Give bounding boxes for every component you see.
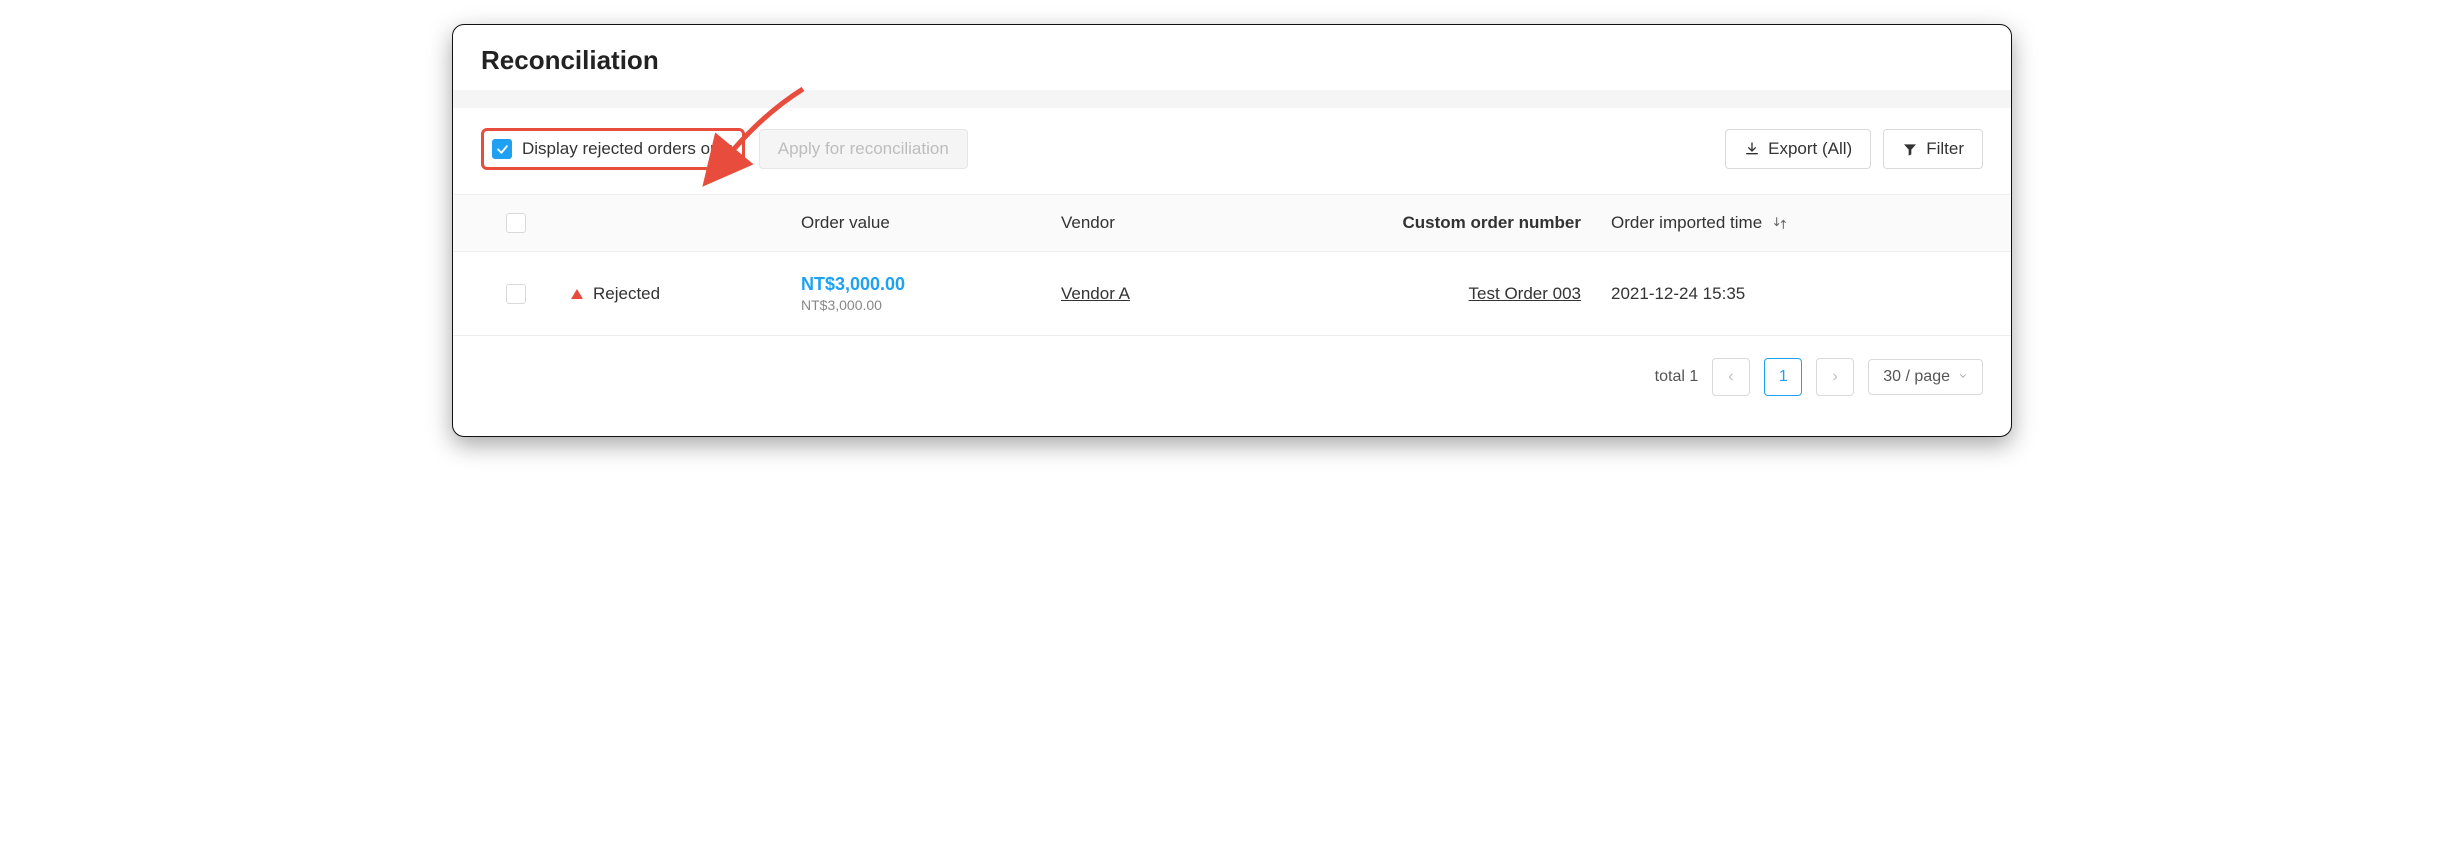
total-label: total 1 [1655, 368, 1699, 386]
status-cell: Rejected [551, 284, 801, 304]
sort-icon [1772, 215, 1788, 231]
check-icon [496, 143, 509, 156]
page-size-select[interactable]: 30 / page [1868, 359, 1983, 395]
toolbar: Display rejected orders only Apply for r… [453, 108, 2011, 194]
select-all-checkbox[interactable] [506, 213, 526, 233]
table-header-row: Order value Vendor Custom order number O… [453, 194, 2011, 252]
download-icon [1744, 141, 1760, 157]
header-order-value: Order value [801, 213, 1061, 233]
custom-order-cell: Test Order 003 [1351, 284, 1611, 304]
filter-label: Filter [1926, 139, 1964, 159]
apply-reconciliation-button[interactable]: Apply for reconciliation [759, 129, 968, 169]
display-rejected-label: Display rejected orders only [522, 139, 732, 159]
display-rejected-filter-highlight: Display rejected orders only [481, 128, 745, 170]
row-select-cell [481, 284, 551, 304]
table-row: Rejected NT$3,000.00 NT$3,000.00 Vendor … [453, 252, 2011, 336]
status-label: Rejected [593, 284, 660, 304]
chevron-down-icon [1958, 368, 1968, 386]
pagination: total 1 1 30 / page [453, 336, 2011, 436]
next-page-button[interactable] [1816, 358, 1854, 396]
export-label: Export (All) [1768, 139, 1852, 159]
custom-order-link[interactable]: Test Order 003 [1469, 284, 1581, 303]
status-triangle-icon [571, 289, 583, 299]
card-header: Reconciliation [453, 25, 2011, 90]
apply-reconciliation-label: Apply for reconciliation [778, 139, 949, 159]
orders-table: Order value Vendor Custom order number O… [453, 194, 2011, 336]
header-imported-time-label: Order imported time [1611, 213, 1762, 233]
vendor-cell: Vendor A [1061, 284, 1351, 304]
order-value-secondary: NT$3,000.00 [801, 297, 1061, 313]
imported-time-cell: 2021-12-24 15:35 [1611, 284, 1983, 304]
header-custom-order-number: Custom order number [1351, 213, 1611, 233]
page-size-label: 30 / page [1883, 368, 1950, 386]
reconciliation-panel: Reconciliation Display rejected orders o… [452, 24, 2012, 437]
filter-button[interactable]: Filter [1883, 129, 1983, 169]
export-button[interactable]: Export (All) [1725, 129, 1871, 169]
page-title: Reconciliation [481, 45, 1983, 76]
toolbar-right: Export (All) Filter [1725, 129, 1983, 169]
order-value-cell: NT$3,000.00 NT$3,000.00 [801, 274, 1061, 313]
display-rejected-checkbox[interactable] [492, 139, 512, 159]
select-all-cell [481, 213, 551, 233]
header-vendor: Vendor [1061, 213, 1351, 233]
toolbar-left: Display rejected orders only Apply for r… [481, 128, 968, 170]
row-checkbox[interactable] [506, 284, 526, 304]
header-order-imported-time[interactable]: Order imported time [1611, 213, 1983, 233]
vendor-link[interactable]: Vendor A [1061, 284, 1130, 303]
prev-page-button[interactable] [1712, 358, 1750, 396]
divider-strip [453, 90, 2011, 108]
chevron-left-icon [1726, 372, 1736, 382]
page-1-button[interactable]: 1 [1764, 358, 1802, 396]
order-value-primary: NT$3,000.00 [801, 274, 1061, 295]
funnel-icon [1902, 141, 1918, 157]
chevron-right-icon [1830, 372, 1840, 382]
imported-time-text: 2021-12-24 15:35 [1611, 284, 1745, 304]
